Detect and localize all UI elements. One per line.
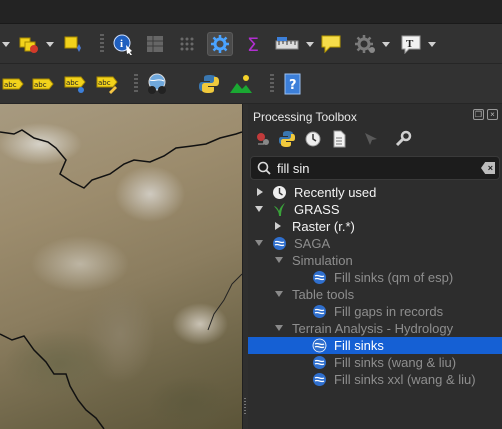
window-top-strip — [0, 0, 502, 24]
tree-item-fill-sinks-qm[interactable]: Fill sinks (qm of esp) — [248, 269, 502, 286]
label-edit-icon[interactable]: abc — [94, 72, 120, 96]
tree-item-label: Fill sinks (wang & liu) — [334, 355, 457, 370]
saga-icon — [313, 305, 326, 318]
settings-gear-icon[interactable] — [352, 32, 378, 56]
toolbar-row-2: abc abc abc abc ? — [0, 64, 502, 104]
select-features-icon[interactable] — [16, 32, 42, 56]
svg-text:i: i — [120, 38, 123, 50]
saga-icon — [313, 271, 326, 284]
collapse-arrow-icon[interactable] — [275, 257, 283, 263]
tree-item-label: Fill sinks xxl (wang & liu) — [334, 372, 476, 387]
chevron-down-icon[interactable] — [306, 42, 314, 47]
algorithm-tree: Recently used GRASS Raster (r.*) SAGA Si… — [248, 180, 502, 388]
tree-item-simulation[interactable]: Simulation — [248, 252, 502, 269]
label-move-icon[interactable]: abc — [62, 72, 88, 96]
processing-toolbox-icon[interactable] — [207, 32, 233, 56]
measure-icon[interactable] — [274, 32, 300, 56]
help-icon[interactable]: ? — [280, 72, 306, 96]
tree-item-terrain-hydrology[interactable]: Terrain Analysis - Hydrology — [248, 320, 502, 337]
models-icon[interactable] — [254, 130, 272, 148]
history-icon[interactable] — [304, 130, 322, 148]
map-boundary-lines — [0, 129, 242, 429]
field-calculator-icon[interactable] — [174, 32, 200, 56]
chevron-down-icon[interactable] — [428, 42, 436, 47]
collapse-arrow-icon[interactable] — [275, 291, 283, 297]
toolbar-separator — [100, 34, 104, 54]
tree-item-label: Fill gaps in records — [334, 304, 444, 319]
python-icon[interactable] — [196, 72, 222, 96]
svg-text:Σ: Σ — [247, 34, 259, 54]
svg-text:T: T — [406, 38, 414, 50]
deselect-icon[interactable] — [60, 32, 86, 56]
tree-item-label: GRASS — [294, 202, 340, 217]
svg-text:abc: abc — [34, 81, 47, 89]
toolbar-row-1: i Σ T — [0, 24, 502, 64]
text-annotation-icon[interactable]: T — [398, 32, 424, 56]
attribute-table-icon[interactable] — [142, 32, 168, 56]
tree-item-label: Fill sinks — [334, 338, 384, 353]
chevron-down-icon[interactable] — [2, 42, 10, 47]
tree-item-grass[interactable]: GRASS — [248, 201, 502, 218]
clear-search-icon[interactable]: × — [481, 162, 495, 174]
terrain-profile-icon[interactable] — [228, 72, 254, 96]
panel-toolbar — [248, 126, 502, 152]
panel-controls: ❐ × — [473, 109, 498, 120]
tree-item-label: Raster (r.*) — [292, 219, 355, 234]
collapse-arrow-icon[interactable] — [275, 325, 283, 331]
tree-item-label: Table tools — [292, 287, 355, 302]
results-viewer-icon[interactable] — [330, 130, 348, 148]
saga-icon — [273, 237, 286, 250]
tree-item-table-tools[interactable]: Table tools — [248, 286, 502, 303]
tree-item-label: Simulation — [292, 253, 353, 268]
label-icon[interactable]: abc — [0, 72, 26, 96]
label-pin-icon[interactable]: abc — [30, 72, 56, 96]
float-panel-icon[interactable]: ❐ — [473, 109, 484, 120]
tree-item-label: SAGA — [294, 236, 331, 251]
qgis-window: i Σ T abc abc abc abc ? Processing Toolb… — [0, 0, 502, 429]
splitter-grip[interactable] — [244, 398, 246, 416]
chevron-down-icon[interactable] — [46, 42, 54, 47]
svg-text:abc: abc — [66, 79, 79, 87]
expand-arrow-icon[interactable] — [257, 188, 263, 196]
panel-title: Processing Toolbox — [253, 110, 357, 124]
map-tips-icon[interactable] — [318, 32, 344, 56]
svg-text:abc: abc — [98, 79, 111, 87]
expand-arrow-icon[interactable] — [275, 222, 281, 230]
edit-features-in-place-icon[interactable] — [362, 130, 380, 148]
tree-item-fill-sinks-wang[interactable]: Fill sinks (wang & liu) — [248, 354, 502, 371]
search-input[interactable] — [277, 159, 477, 177]
processing-toolbox-panel: Processing Toolbox ❐ × fill sin × Recent… — [248, 104, 502, 429]
identify-features-icon[interactable]: i — [110, 32, 136, 56]
tree-item-saga[interactable]: SAGA — [248, 235, 502, 252]
tree-item-raster[interactable]: Raster (r.*) — [248, 218, 502, 235]
search-box: × — [250, 156, 500, 180]
svg-text:abc: abc — [4, 81, 17, 89]
tree-item-label: Terrain Analysis - Hydrology — [292, 321, 454, 336]
chevron-down-icon[interactable] — [382, 42, 390, 47]
collapse-arrow-icon[interactable] — [255, 206, 263, 212]
python-scripts-icon[interactable] — [278, 130, 296, 148]
tree-item-fill-sinks-xxl[interactable]: Fill sinks xxl (wang & liu) — [248, 371, 502, 388]
statistical-summary-icon[interactable]: Σ — [241, 32, 267, 56]
map-canvas[interactable] — [0, 104, 242, 429]
toolbar-separator — [270, 74, 274, 94]
saga-icon — [312, 338, 327, 353]
clock-icon — [273, 186, 286, 199]
toolbar-separator — [134, 74, 138, 94]
collapse-arrow-icon[interactable] — [255, 240, 263, 246]
tree-item-fill-gaps[interactable]: Fill gaps in records — [248, 303, 502, 320]
grass-icon — [274, 203, 285, 216]
tree-item-fill-sinks[interactable]: Fill sinks — [248, 337, 502, 354]
globe-binoculars-icon[interactable] — [144, 72, 170, 96]
options-wrench-icon[interactable] — [394, 130, 412, 148]
tree-item-recently-used[interactable]: Recently used — [248, 184, 502, 201]
search-icon — [257, 161, 271, 180]
close-panel-icon[interactable]: × — [487, 109, 498, 120]
svg-text:?: ? — [289, 78, 297, 93]
saga-icon — [313, 356, 326, 369]
saga-icon — [313, 373, 326, 386]
tree-item-label: Recently used — [294, 185, 377, 200]
tree-item-label: Fill sinks (qm of esp) — [334, 270, 454, 285]
